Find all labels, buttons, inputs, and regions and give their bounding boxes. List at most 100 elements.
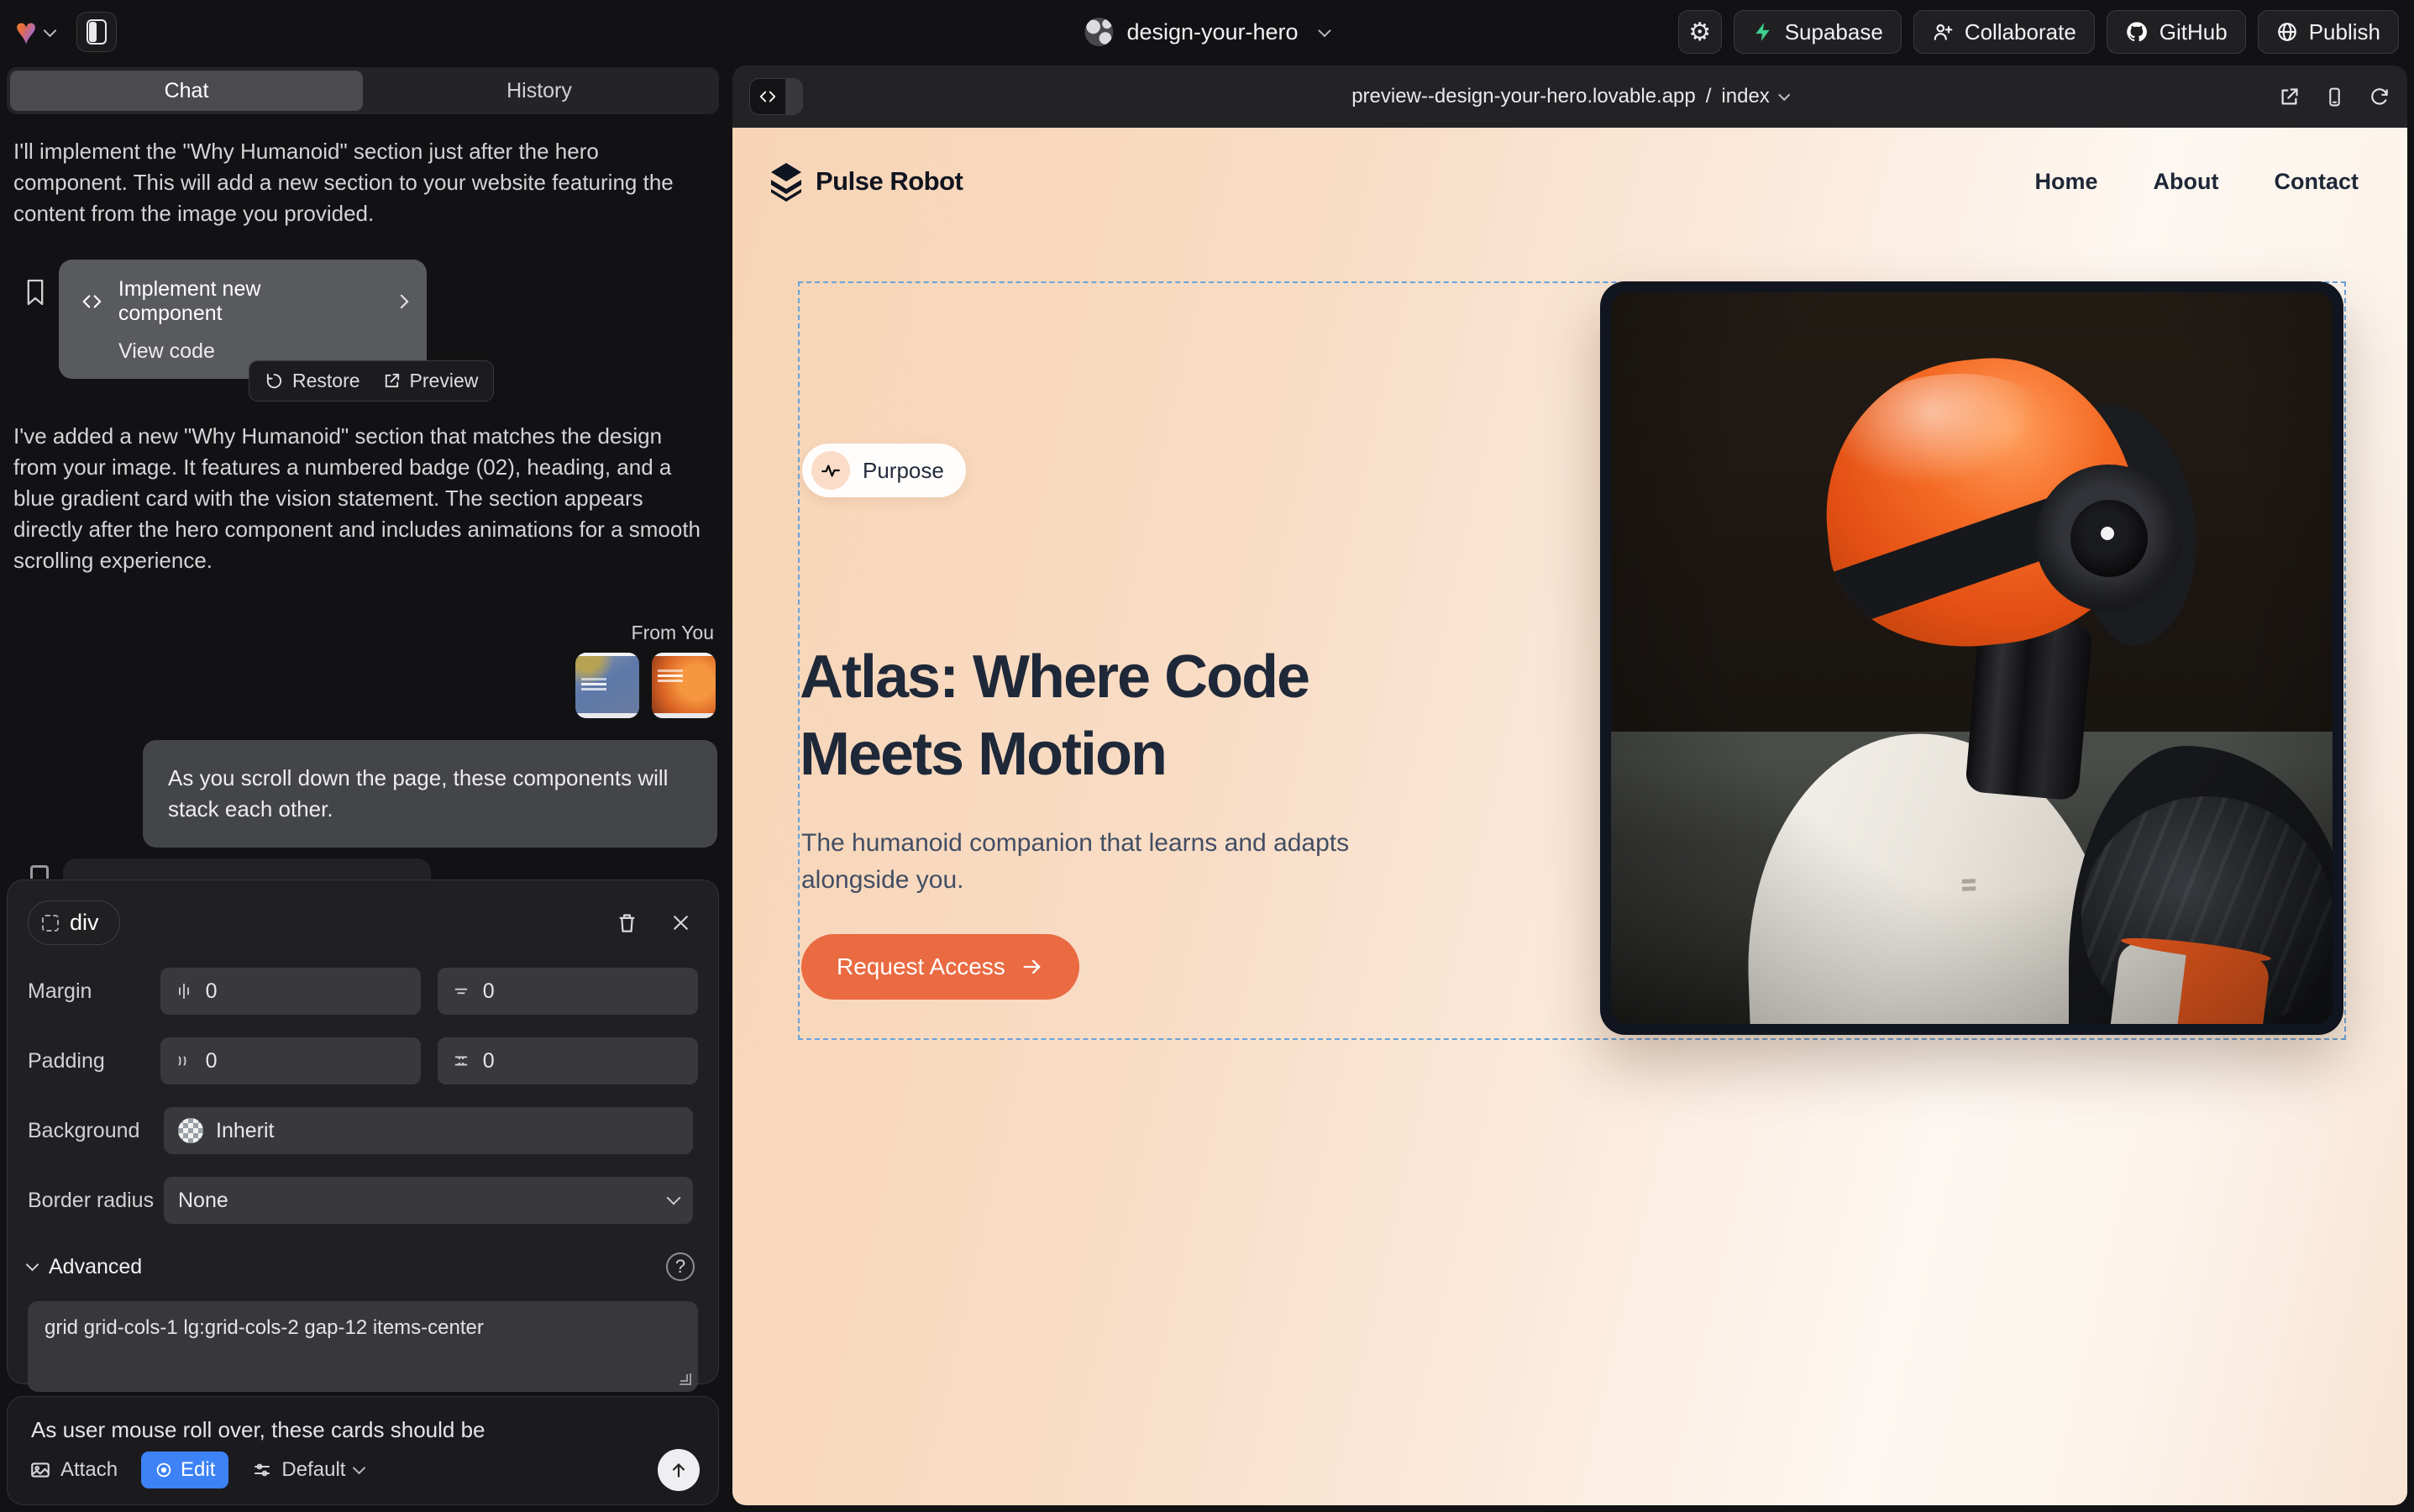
attachment-thumbnail-orange[interactable] <box>652 653 716 718</box>
bookmark-icon-partial <box>30 865 49 879</box>
close-icon[interactable] <box>670 912 691 933</box>
chat-composer[interactable]: As user mouse roll over, these cards sho… <box>7 1396 719 1505</box>
help-icon[interactable]: ? <box>666 1252 695 1281</box>
margin-y-icon <box>452 982 470 1000</box>
attachment-thumbnails <box>7 653 716 718</box>
github-icon <box>2125 20 2149 44</box>
hero-robot-image-card <box>1600 281 2343 1035</box>
collaborate-button[interactable]: Collaborate <box>1913 10 2095 54</box>
advanced-chevron-down-icon <box>26 1258 39 1272</box>
site-brand-name: Pulse Robot <box>816 166 963 197</box>
selected-element-pill[interactable]: div <box>28 900 120 945</box>
sidebar-toggle-icon <box>87 19 107 45</box>
bookmark-icon[interactable] <box>24 278 47 307</box>
request-access-button[interactable]: Request Access <box>801 934 1079 1000</box>
open-external-button[interactable] <box>2278 86 2301 108</box>
top-bar: ♥ design-your-hero ⚙ Supabase Collaborat… <box>0 0 2414 64</box>
trash-icon[interactable] <box>616 911 638 934</box>
refresh-icon[interactable] <box>2369 86 2390 108</box>
select-chevron-down-icon <box>667 1191 681 1205</box>
attachment-thumbnail-blue[interactable] <box>575 653 639 718</box>
settings-button[interactable]: ⚙ <box>1678 10 1722 54</box>
path-chevron-down-icon <box>1778 88 1790 100</box>
site-canvas: Pulse Robot Home About Contact Purpose A… <box>732 128 2407 1505</box>
collaborate-person-icon <box>1932 21 1954 43</box>
advanced-classes-textarea[interactable]: grid grid-cols-1 lg:grid-cols-2 gap-12 i… <box>28 1301 698 1392</box>
url-divider: / <box>1706 85 1712 108</box>
assistant-message-2: I've added a new "Why Humanoid" section … <box>13 421 709 576</box>
globe-icon <box>1084 18 1113 46</box>
background-label: Background <box>28 1119 164 1143</box>
lovable-heart-logo-icon[interactable]: ♥ <box>15 13 37 50</box>
collaborate-label: Collaborate <box>1965 19 2076 45</box>
border-radius-select[interactable]: None <box>164 1177 693 1224</box>
chat-sidebar: Chat History I'll implement the "Why Hum… <box>7 66 719 1505</box>
send-button[interactable] <box>658 1449 700 1491</box>
transparency-checker-icon <box>178 1118 203 1143</box>
restore-icon <box>265 371 284 391</box>
code-icon <box>79 291 105 312</box>
attach-button[interactable]: Attach <box>29 1458 118 1482</box>
from-you-label: From You <box>7 622 714 644</box>
user-message-bubble: As you scroll down the page, these compo… <box>143 740 717 848</box>
supabase-button[interactable]: Supabase <box>1734 10 1902 54</box>
margin-x-icon <box>175 982 193 1000</box>
workspace-chevron-down-icon[interactable] <box>44 24 57 37</box>
pulse-icon <box>820 459 842 481</box>
project-switcher[interactable]: design-your-hero <box>1084 18 1329 46</box>
project-name: design-your-hero <box>1126 19 1298 45</box>
site-nav: Home About Contact <box>2035 169 2359 195</box>
resize-handle[interactable] <box>680 1373 691 1385</box>
preview-pane: preview--design-your-hero.lovable.app / … <box>732 66 2407 1505</box>
version-hover-actions: Restore Preview <box>249 360 494 402</box>
preview-path: index <box>1721 85 1769 108</box>
chevron-right-icon <box>395 295 409 309</box>
sidebar-toggle-button[interactable] <box>76 12 117 52</box>
code-icon <box>758 87 777 106</box>
robot-photo <box>1611 292 2333 1024</box>
nav-link-home[interactable]: Home <box>2035 169 2098 195</box>
padding-y-icon <box>452 1052 470 1070</box>
padding-y-input[interactable]: 0 <box>438 1037 698 1084</box>
element-inspector-panel: div Margin 0 0 Padding <box>7 879 719 1384</box>
nav-link-about[interactable]: About <box>2154 169 2219 195</box>
supabase-label: Supabase <box>1785 19 1883 45</box>
external-link-icon <box>382 371 401 391</box>
send-arrow-icon <box>668 1459 690 1481</box>
composer-input[interactable]: As user mouse roll over, these cards sho… <box>31 1417 695 1443</box>
advanced-label: Advanced <box>49 1255 142 1279</box>
padding-x-input[interactable]: 0 <box>160 1037 421 1084</box>
layers-logo-icon <box>769 161 803 202</box>
component-card-title: Implement new component <box>118 277 370 326</box>
preview-button[interactable]: Preview <box>382 370 479 392</box>
edit-target-icon <box>155 1461 173 1479</box>
smartphone-icon[interactable] <box>2324 86 2345 108</box>
project-chevron-down-icon <box>1318 24 1331 37</box>
selected-element-tag: div <box>70 910 99 936</box>
margin-label: Margin <box>28 979 160 1004</box>
advanced-section-toggle[interactable]: Advanced ? <box>28 1252 698 1281</box>
tab-chat[interactable]: Chat <box>10 71 363 111</box>
code-preview-toggle[interactable] <box>749 78 803 115</box>
margin-y-input[interactable]: 0 <box>438 968 698 1015</box>
tab-history[interactable]: History <box>363 71 716 111</box>
default-sliders-icon <box>252 1460 272 1480</box>
publish-globe-icon <box>2276 21 2298 43</box>
publish-button[interactable]: Publish <box>2258 10 2399 54</box>
github-button[interactable]: GitHub <box>2107 10 2246 54</box>
component-card-row: Implement new component View code Restor… <box>24 260 719 379</box>
assistant-message-1: I'll implement the "Why Humanoid" sectio… <box>13 136 709 229</box>
site-brand[interactable]: Pulse Robot <box>769 161 963 202</box>
nav-link-contact[interactable]: Contact <box>2275 169 2359 195</box>
preview-url-bar[interactable]: preview--design-your-hero.lovable.app / … <box>1351 85 1788 108</box>
edit-mode-button[interactable]: Edit <box>141 1452 228 1488</box>
background-input[interactable]: Inherit <box>164 1107 693 1154</box>
preview-url: preview--design-your-hero.lovable.app <box>1351 85 1696 108</box>
model-chevron-down-icon <box>353 1462 366 1475</box>
purpose-badge: Purpose <box>802 444 966 497</box>
attach-image-icon <box>29 1459 51 1481</box>
margin-x-input[interactable]: 0 <box>160 968 421 1015</box>
model-selector[interactable]: Default <box>252 1458 364 1482</box>
border-radius-label: Border radius <box>28 1189 164 1213</box>
restore-button[interactable]: Restore <box>265 370 360 392</box>
